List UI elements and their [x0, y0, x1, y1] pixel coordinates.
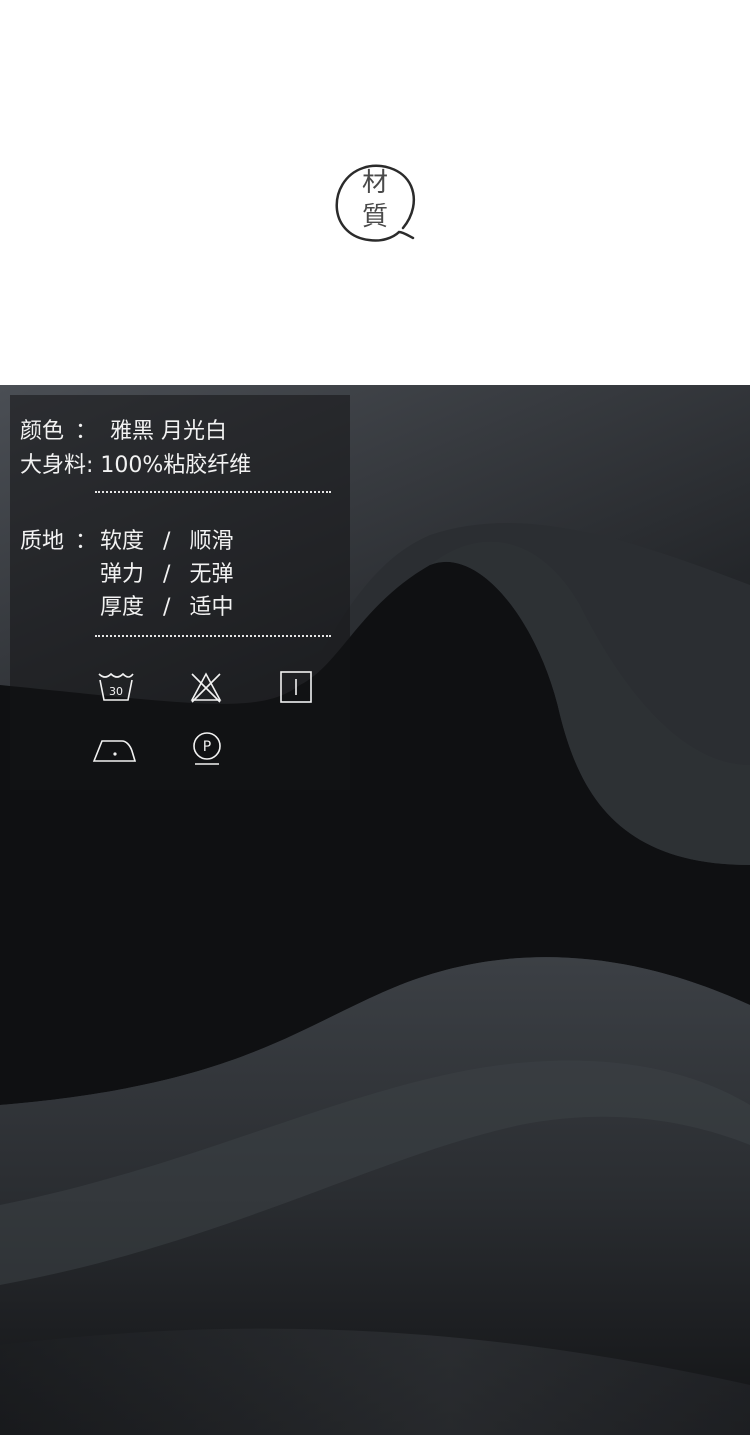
texture-row: 厚度 / 适中: [100, 593, 233, 623]
line-dry-icon: [278, 670, 314, 704]
fabric-composition: 大身料: 100%粘胶纤维: [20, 453, 252, 478]
dry-clean-p-icon: P: [190, 731, 224, 767]
seal-char-2: 質: [361, 202, 388, 232]
divider: [95, 491, 331, 493]
texture-value: 适中: [189, 595, 234, 620]
no-bleach-icon: [188, 670, 224, 704]
texture-key: 弹力: [100, 562, 145, 587]
texture-sep: /: [163, 529, 171, 554]
texture-label: 质地: [20, 529, 65, 554]
texture-value: 无弹: [189, 562, 234, 587]
texture-sep: /: [163, 562, 171, 587]
iron-low-icon: [92, 735, 138, 765]
dry-clean-letter: P: [203, 739, 211, 755]
color-row: 颜色 ： 雅黑 月光白: [20, 417, 227, 447]
color-colon: ：: [75, 419, 98, 444]
texture-colon: ：: [75, 529, 98, 554]
spec-panel: 颜色 ： 雅黑 月光白 大身料: 100%粘胶纤维 质地 ： 软度 / 顺滑 弹…: [10, 395, 350, 790]
color-label: 颜色: [20, 419, 65, 444]
material-seal: 材 質: [333, 162, 417, 244]
texture-row: 软度 / 顺滑: [100, 527, 233, 557]
wash-temp-text: 30: [109, 685, 123, 698]
divider: [95, 635, 331, 637]
texture-key: 厚度: [100, 595, 145, 620]
seal-char-1: 材: [361, 168, 388, 198]
texture-sep: /: [163, 595, 171, 620]
color-values: 雅黑 月光白: [110, 419, 228, 444]
texture-row: 弹力 / 无弹: [100, 560, 233, 590]
wash-30-icon: 30: [97, 670, 135, 704]
header-section: 材 質: [0, 0, 750, 385]
texture-key: 软度: [100, 529, 145, 554]
fabric-photo: 颜色 ： 雅黑 月光白 大身料: 100%粘胶纤维 质地 ： 软度 / 顺滑 弹…: [0, 385, 750, 1435]
texture-value: 顺滑: [189, 529, 234, 554]
texture-label-row: 质地 ：: [20, 527, 97, 557]
